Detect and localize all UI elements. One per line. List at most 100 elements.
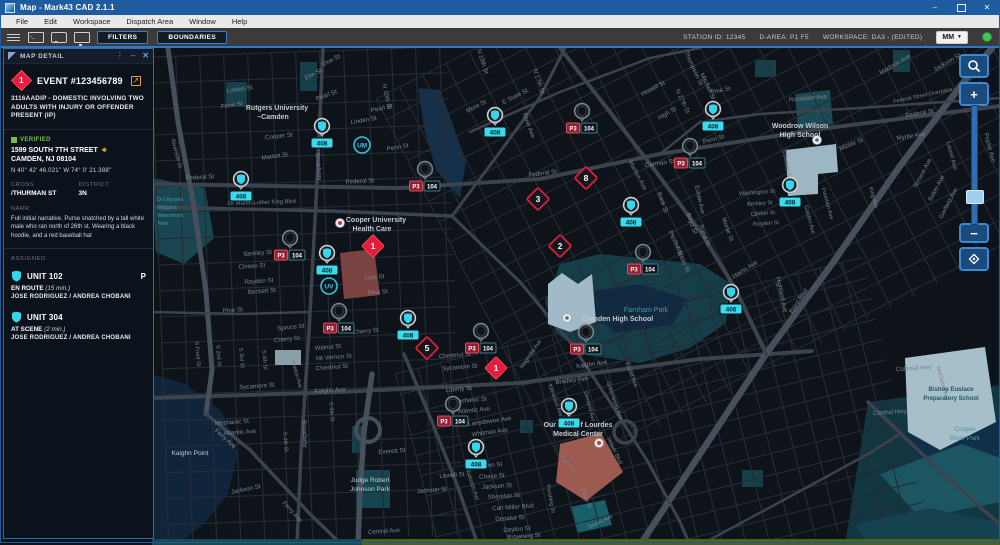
filters-button[interactable]: FILTERS: [97, 31, 148, 44]
maximize-button[interactable]: [948, 0, 974, 15]
map-text: 104: [645, 268, 656, 274]
map-text: 408: [626, 220, 637, 227]
unit-status: EN ROUTE: [11, 285, 44, 292]
minimize-button[interactable]: –: [922, 0, 948, 15]
map-text: 8: [584, 173, 589, 183]
menu-item-window[interactable]: Window: [181, 15, 224, 28]
status-item-0: STATION ID: 12345: [683, 34, 745, 41]
assigned-label: ASSIGNED: [11, 256, 146, 262]
connection-status-dot: [982, 32, 992, 42]
external-link-icon[interactable]: ↗: [131, 76, 141, 86]
assigned-unit-row[interactable]: UNIT 304 AT SCENE (2 min.) JOSE RODRIGUEZ …: [11, 311, 146, 341]
map-text: UV: [324, 284, 334, 291]
display-icon[interactable]: [74, 32, 90, 43]
map-text: UM: [357, 143, 367, 150]
landmark-label: Woodrow Wilson: [772, 123, 829, 130]
street-label: Broadway: [300, 420, 308, 449]
divider: [4, 248, 153, 249]
menu-item-dispatch-area[interactable]: Dispatch Area: [118, 15, 181, 28]
mm-dropdown[interactable]: MM ▼: [936, 31, 968, 44]
menu-bar: FileEditWorkspaceDispatch AreaWindowHelp: [0, 15, 1000, 29]
close-button[interactable]: ✕: [974, 0, 1000, 15]
street-label: Waterfront: [157, 213, 183, 219]
poi-dot: [338, 221, 342, 225]
maximize-icon: [957, 4, 966, 12]
map-text: 104: [483, 347, 494, 353]
narrative-text: Full initial narrative. Purse snatched b…: [11, 215, 146, 240]
poi-marker[interactable]: [595, 439, 604, 448]
map-detail-panel: MAP DETAIL ⋮ – ✕ 1 EVENT #123456789 ↗ 31…: [3, 48, 154, 539]
street-label: Farnham Park: [624, 307, 669, 314]
unit-time: (2 min.): [44, 326, 65, 333]
assigned-unit-row[interactable]: UNIT 102PEN ROUTE (15 min.)JOSE RODRIGUE…: [11, 270, 146, 300]
panel-minimize-icon[interactable]: –: [131, 52, 135, 60]
poi-marker[interactable]: [336, 219, 345, 228]
verified-badge: VERIFIED: [20, 137, 51, 143]
menu-item-file[interactable]: File: [8, 15, 36, 28]
street-label: Pine St: [223, 306, 244, 314]
unit-name: UNIT 304: [27, 313, 63, 322]
event-description: 3116AADIP - DOMESTIC INVOLVING TWO ADULT…: [11, 95, 146, 121]
zoom-slider-track[interactable]: [971, 105, 978, 225]
status-item-2: WORKSPACE: DA3 - (EDITED): [823, 34, 922, 41]
landmark-label: Medical Center: [553, 431, 603, 438]
shield-icon: [582, 327, 590, 337]
shield-icon: [421, 164, 429, 174]
shield-icon: [11, 311, 22, 323]
poi-dot: [815, 138, 819, 142]
map-text: 408: [708, 124, 719, 131]
map-text: 408: [317, 141, 328, 148]
status-item-1: D-AREA: P1 F5: [759, 34, 808, 41]
command-line-icon[interactable]: ›_: [28, 32, 44, 43]
map-text: P3: [630, 268, 638, 274]
map-text: P3: [677, 162, 685, 168]
locate-button[interactable]: [959, 247, 989, 271]
district-value: 3N: [79, 190, 147, 197]
map-corner-icon: [8, 52, 16, 60]
verified-icon: [11, 137, 17, 143]
panel-close-icon[interactable]: ✕: [142, 52, 149, 60]
map-search-button[interactable]: [959, 54, 989, 78]
shield-icon: [449, 399, 457, 409]
street-label: Dr.Ulysses: [157, 197, 184, 203]
zoom-out-button[interactable]: −: [959, 223, 989, 243]
landmark-circle-marker[interactable]: UV: [321, 278, 337, 294]
coordinates: N 40° 42' 46.021'' W 74° 0' 21.388'': [11, 168, 146, 174]
cross-label: CROSS: [11, 182, 79, 188]
kebab-menu-icon[interactable]: ⋮: [116, 52, 124, 60]
map-text: 104: [427, 185, 438, 191]
poi-dot: [597, 441, 601, 445]
shield-icon: [286, 233, 294, 243]
menu-item-help[interactable]: Help: [224, 15, 255, 28]
map-text: 408: [564, 421, 575, 428]
landmark-circle-marker[interactable]: UM: [354, 137, 370, 153]
shield-icon: [335, 306, 343, 316]
title-bar: Map - Mark43 CAD 2.1.1 – ✕: [0, 0, 1000, 15]
building-footprint: [362, 539, 1000, 545]
poi-marker[interactable]: [563, 314, 572, 323]
unit-officers: JOSE RODRIGUEZ / ANDREA CHOBANI: [11, 335, 146, 341]
map-text: P3: [468, 347, 476, 353]
crosshair-icon[interactable]: ⌖: [102, 147, 107, 154]
unit-officers: JOSE RODRIGUEZ / ANDREA CHOBANI: [11, 294, 146, 300]
menu-item-edit[interactable]: Edit: [36, 15, 65, 28]
street-label: River Park: [950, 435, 981, 442]
map-text: 104: [588, 348, 599, 354]
boundaries-button[interactable]: BOUNDARIES: [157, 31, 227, 44]
unit-status: AT SCENE: [11, 326, 42, 333]
shield-icon: [686, 141, 694, 151]
unit-priority: P: [141, 272, 146, 281]
landmark-label: Cooper University: [346, 217, 406, 224]
poi-dot: [565, 316, 569, 320]
zoom-in-button[interactable]: +: [959, 82, 989, 106]
zoom-slider-handle[interactable]: [966, 190, 984, 204]
chat-icon[interactable]: [51, 32, 67, 43]
map-text: 408: [490, 130, 501, 137]
building-footprint: [152, 539, 362, 545]
hamburger-menu-icon[interactable]: [7, 34, 20, 41]
poi-marker[interactable]: [813, 136, 822, 145]
map-controls: + −: [958, 54, 990, 271]
menu-item-workspace[interactable]: Workspace: [65, 15, 118, 28]
chevron-down-icon: ▼: [957, 33, 962, 42]
map-text: 3: [536, 194, 541, 204]
